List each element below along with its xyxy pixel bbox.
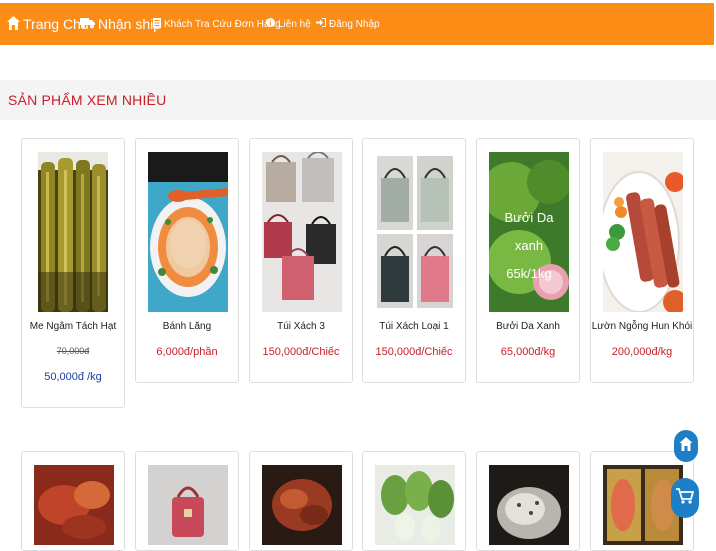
product-image[interactable] — [603, 152, 683, 312]
product-card[interactable]: Lườn Ngỗng Hun Khói 200,000đ/kg — [590, 138, 694, 383]
product-card[interactable]: Bưởi Da xanh 65k/1kg Bưởi Da Xanh 65,000… — [476, 138, 580, 383]
product-old-price: 70,000đ — [56, 346, 90, 356]
image-text-line: Bưởi Da — [504, 210, 554, 225]
document-icon — [153, 17, 161, 31]
floating-cart-button[interactable] — [671, 478, 699, 518]
product-name[interactable]: Bưởi Da Xanh — [477, 321, 579, 332]
product-card[interactable]: Me Ngâm Tách Hạt 70,000đ 50,000đ /kg — [21, 138, 125, 408]
nav-track-label: Khách Tra Cứu Đơn Hàng — [164, 18, 281, 30]
product-card[interactable] — [249, 451, 353, 551]
nav-home-label: Trang Chủ — [23, 16, 89, 32]
product-card[interactable] — [21, 451, 125, 551]
product-name[interactable]: Me Ngâm Tách Hạt — [22, 321, 124, 332]
info-icon — [266, 18, 275, 30]
section-title: SẢN PHẨM XEM NHIỀU — [8, 92, 167, 108]
product-image[interactable] — [375, 152, 455, 312]
product-card[interactable]: Bánh Lăng 6,000đ/phần — [135, 138, 239, 383]
product-card[interactable] — [476, 451, 580, 551]
sign-in-icon — [316, 18, 326, 30]
product-image[interactable] — [148, 152, 228, 312]
home-icon — [679, 436, 693, 456]
product-image[interactable] — [375, 465, 455, 545]
product-image[interactable] — [262, 152, 342, 312]
product-card[interactable]: Túi Xách 3 150,000đ/Chiếc — [249, 138, 353, 383]
product-card[interactable] — [362, 451, 466, 551]
product-image[interactable] — [489, 465, 569, 545]
floating-home-button[interactable] — [674, 430, 698, 462]
product-image[interactable] — [262, 465, 342, 545]
product-name[interactable]: Bánh Lăng — [136, 321, 238, 332]
product-price: 6,000đ/phần — [156, 346, 218, 358]
top-navbar: Trang Chủ Nhận ship Khách Tra Cứu Đơn Hà… — [0, 3, 714, 45]
product-price: 50,000đ /kg — [44, 371, 102, 383]
cart-icon — [676, 487, 695, 509]
image-text-line: 65k/1kg — [506, 266, 552, 281]
product-name[interactable]: Túi Xách Loại 1 — [363, 321, 465, 332]
nav-ship-label: Nhận ship — [98, 16, 162, 32]
product-price: 65,000đ/kg — [500, 346, 556, 358]
image-text-line: xanh — [515, 238, 543, 253]
product-card[interactable] — [135, 451, 239, 551]
home-icon — [7, 15, 20, 33]
nav-contact[interactable]: Liên hệ — [266, 3, 311, 45]
nav-track-order[interactable]: Khách Tra Cứu Đơn Hàng — [153, 3, 281, 45]
nav-ship[interactable]: Nhận ship — [80, 3, 161, 45]
product-image[interactable] — [34, 465, 114, 545]
product-name[interactable]: Lườn Ngỗng Hun Khói — [591, 321, 693, 332]
product-price: 150,000đ/Chiếc — [375, 346, 453, 358]
nav-login-label: Đăng Nhập — [329, 18, 380, 30]
nav-contact-label: Liên hệ — [278, 18, 311, 30]
product-price: 150,000đ/Chiếc — [262, 346, 340, 358]
product-image[interactable]: Bưởi Da xanh 65k/1kg — [489, 152, 569, 312]
product-name[interactable]: Túi Xách 3 — [250, 321, 352, 332]
product-card[interactable]: Túi Xách Loại 1 150,000đ/Chiếc — [362, 138, 466, 383]
nav-home[interactable]: Trang Chủ — [7, 3, 89, 45]
product-price: 200,000đ/kg — [611, 346, 673, 358]
truck-icon — [80, 16, 95, 32]
product-image[interactable] — [148, 465, 228, 545]
product-image[interactable] — [38, 152, 108, 312]
nav-login[interactable]: Đăng Nhập — [316, 3, 380, 45]
